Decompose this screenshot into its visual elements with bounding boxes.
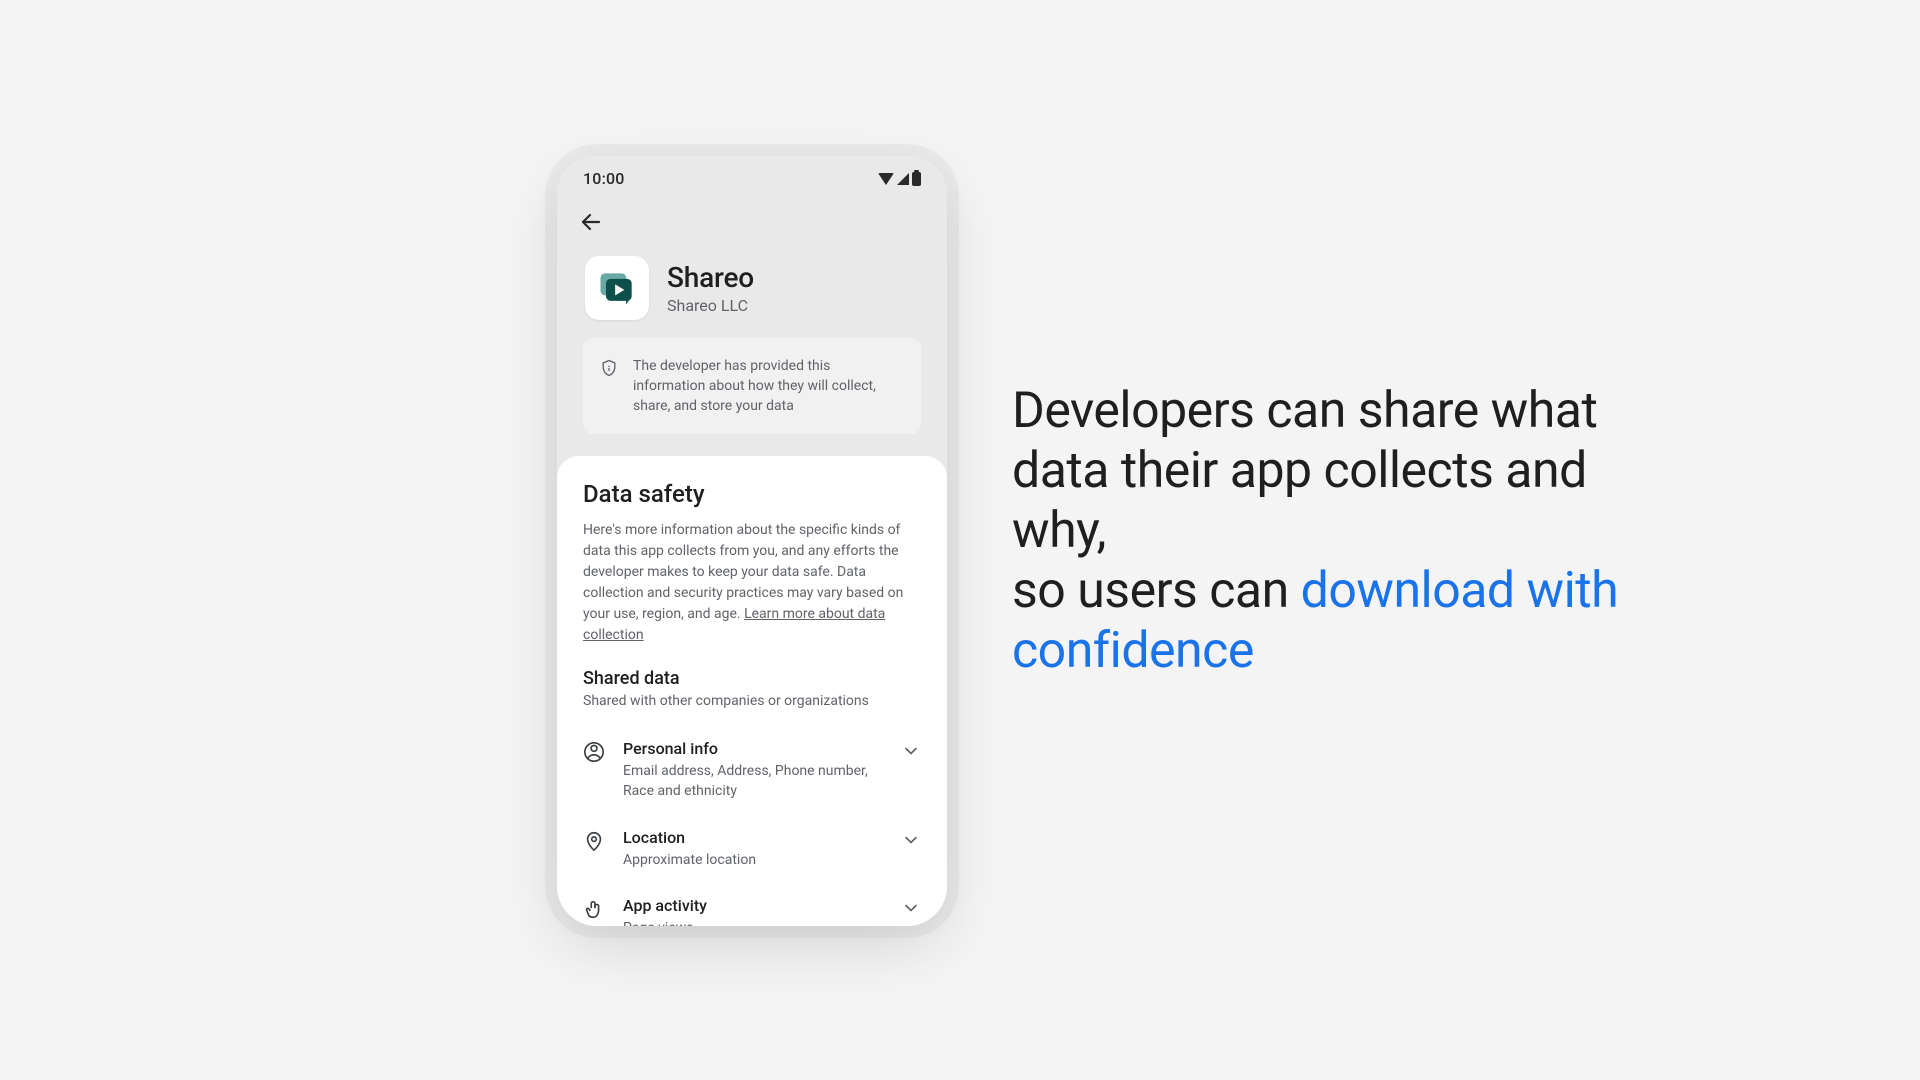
wifi-icon [878,173,894,185]
app-developer: Shareo LLC [667,296,754,315]
data-row-location[interactable]: Location Approximate location [583,818,921,887]
chevron-down-icon [901,898,921,918]
data-row-app-activity[interactable]: App activity Page views [583,886,921,925]
shield-info-icon [599,358,619,382]
shared-data-sub: Shared with other companies or organizat… [583,693,921,709]
row-title: Personal info [623,739,883,758]
data-safety-heading: Data safety [583,480,921,508]
slide-headline: Developers can share what data their app… [1012,381,1682,681]
chevron-down-icon [901,741,921,761]
cell-signal-icon [897,173,909,185]
app-header: Shareo Shareo LLC [557,246,947,338]
app-name: Shareo [667,261,754,294]
developer-info-card: The developer has provided this informat… [583,338,921,435]
status-bar: 10:00 [557,156,947,202]
battery-icon [912,172,921,186]
row-title: App activity [623,896,883,915]
touch-app-icon [583,898,605,920]
data-safety-sheet: Data safety Here's more information abou… [557,456,947,925]
data-safety-description: Here's more information about the specif… [583,520,921,646]
row-title: Location [623,828,883,847]
back-arrow-icon[interactable] [577,208,605,236]
phone-frame: 10:00 [557,156,947,926]
headline-line2: so users can [1012,562,1301,620]
chevron-down-icon [901,830,921,850]
shared-data-heading: Shared data [583,668,921,689]
person-icon [583,741,605,763]
developer-info-text: The developer has provided this informat… [633,356,905,417]
row-sub: Approximate location [623,851,883,871]
location-pin-icon [583,830,605,852]
app-icon [585,256,649,320]
headline-line1: Developers can share what data their app… [1012,382,1597,560]
status-time: 10:00 [583,169,625,188]
row-sub: Page views [623,919,883,925]
data-row-personal-info[interactable]: Personal info Email address, Address, Ph… [583,729,921,817]
row-sub: Email address, Address, Phone number, Ra… [623,762,883,801]
